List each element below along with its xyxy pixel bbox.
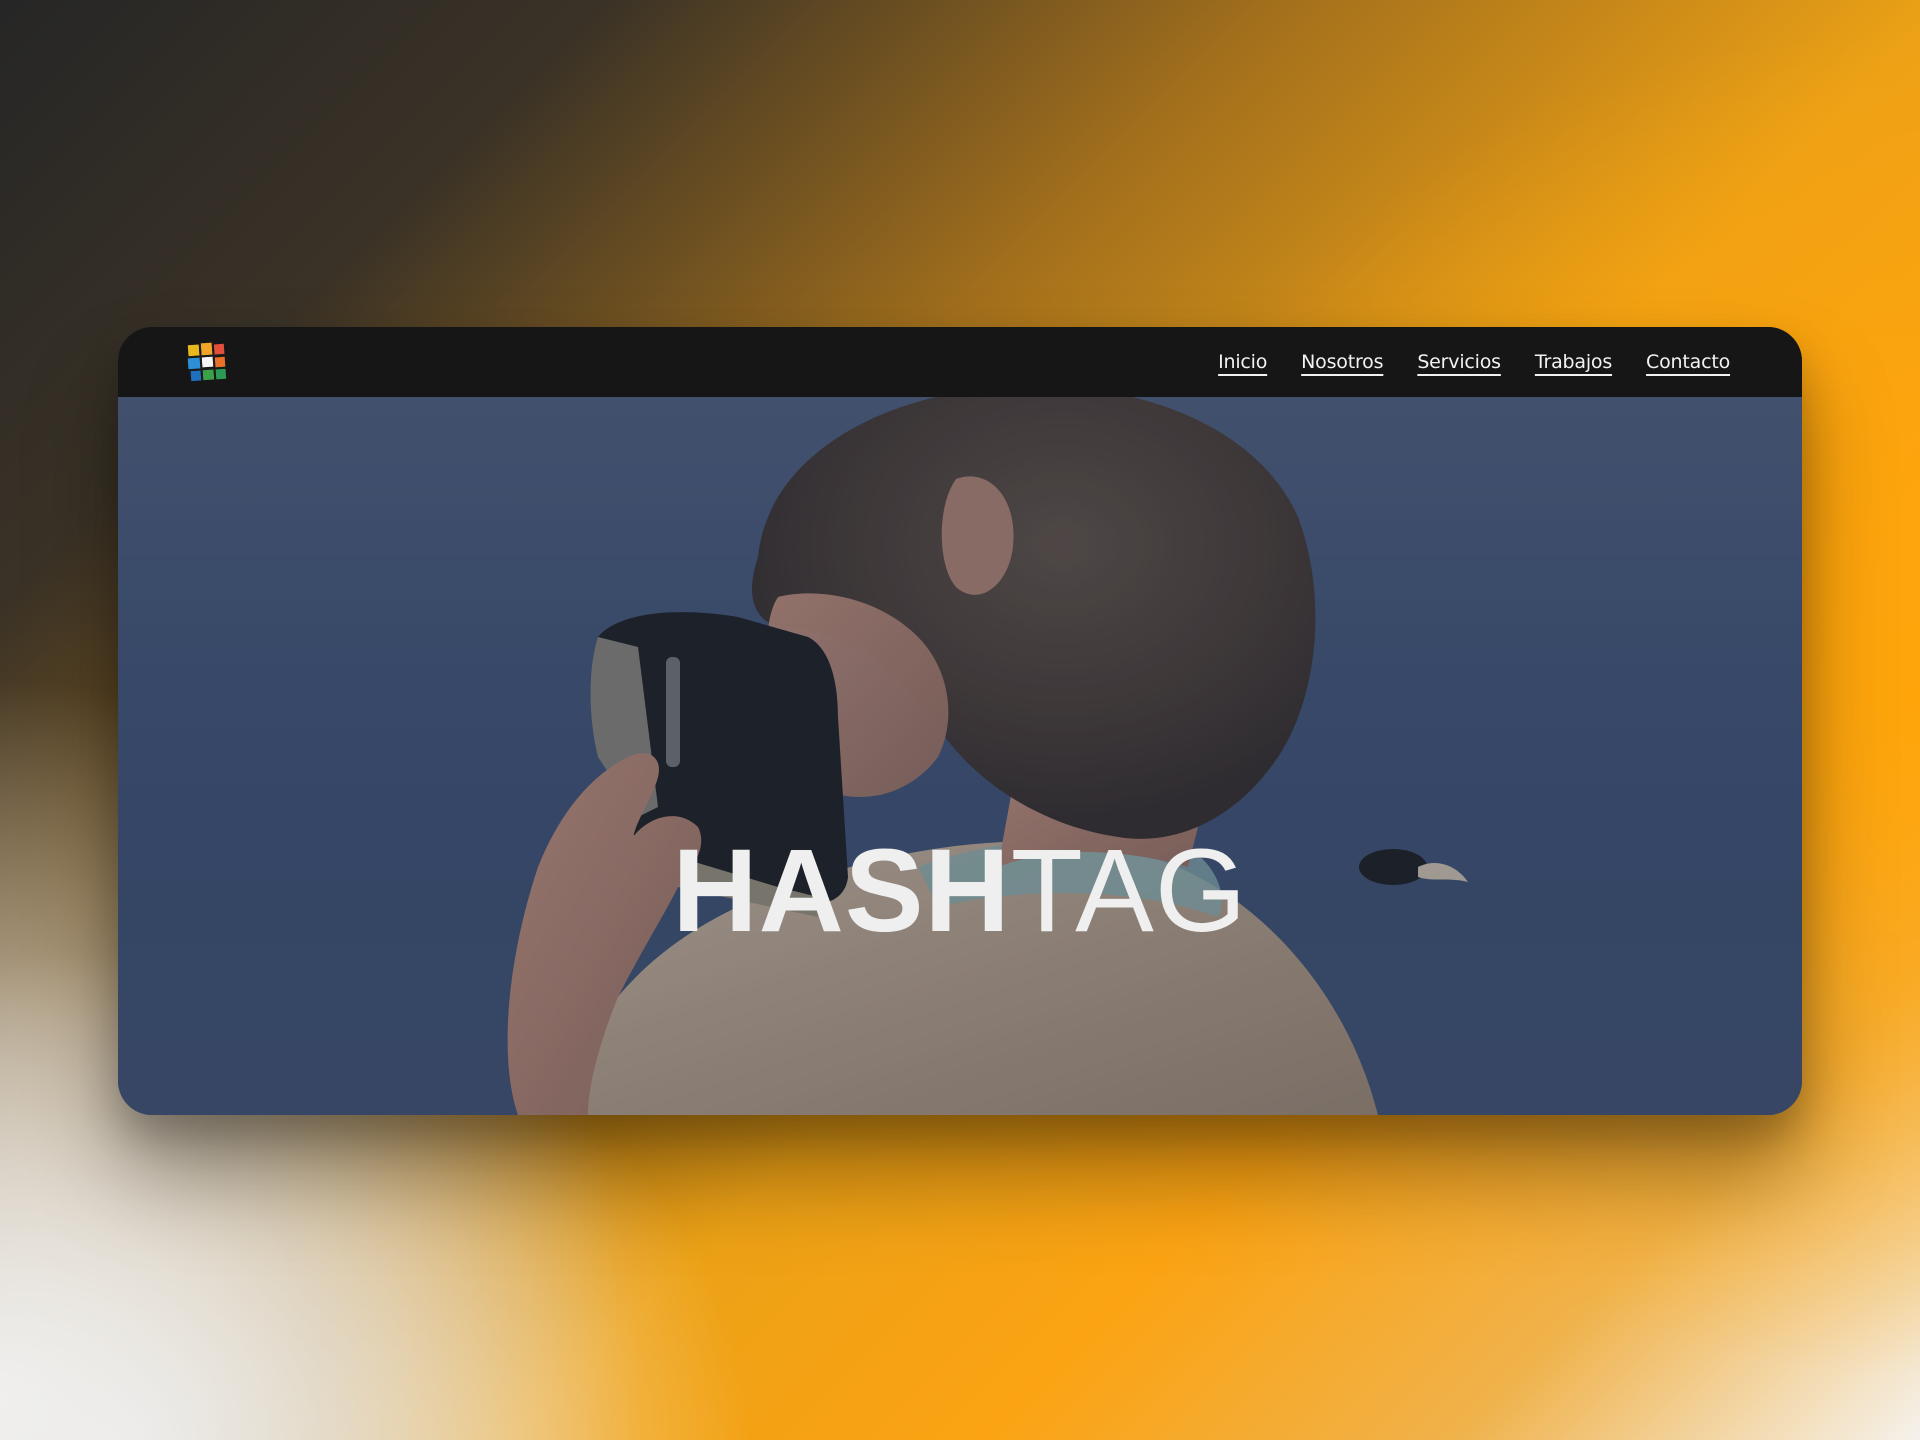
nav-link-nosotros[interactable]: Nosotros <box>1301 351 1383 373</box>
hero-title-light: TAG <box>1010 825 1248 958</box>
nav-link-trabajos[interactable]: Trabajos <box>1535 351 1612 373</box>
logo-icon[interactable] <box>186 341 228 383</box>
nav-link-contacto[interactable]: Contacto <box>1646 351 1730 373</box>
hero-section: HASHTAG <box>118 397 1802 1115</box>
main-nav: Inicio Nosotros Servicios Trabajos Conta… <box>1218 327 1730 397</box>
hero-overlay <box>118 397 1802 1115</box>
hero-title-bold: HASH <box>672 825 1011 958</box>
nav-link-inicio[interactable]: Inicio <box>1218 351 1267 373</box>
browser-window: Inicio Nosotros Servicios Trabajos Conta… <box>118 327 1802 1115</box>
hero-title: HASHTAG <box>118 832 1802 950</box>
navbar: Inicio Nosotros Servicios Trabajos Conta… <box>118 327 1802 397</box>
nav-link-servicios[interactable]: Servicios <box>1417 351 1501 373</box>
